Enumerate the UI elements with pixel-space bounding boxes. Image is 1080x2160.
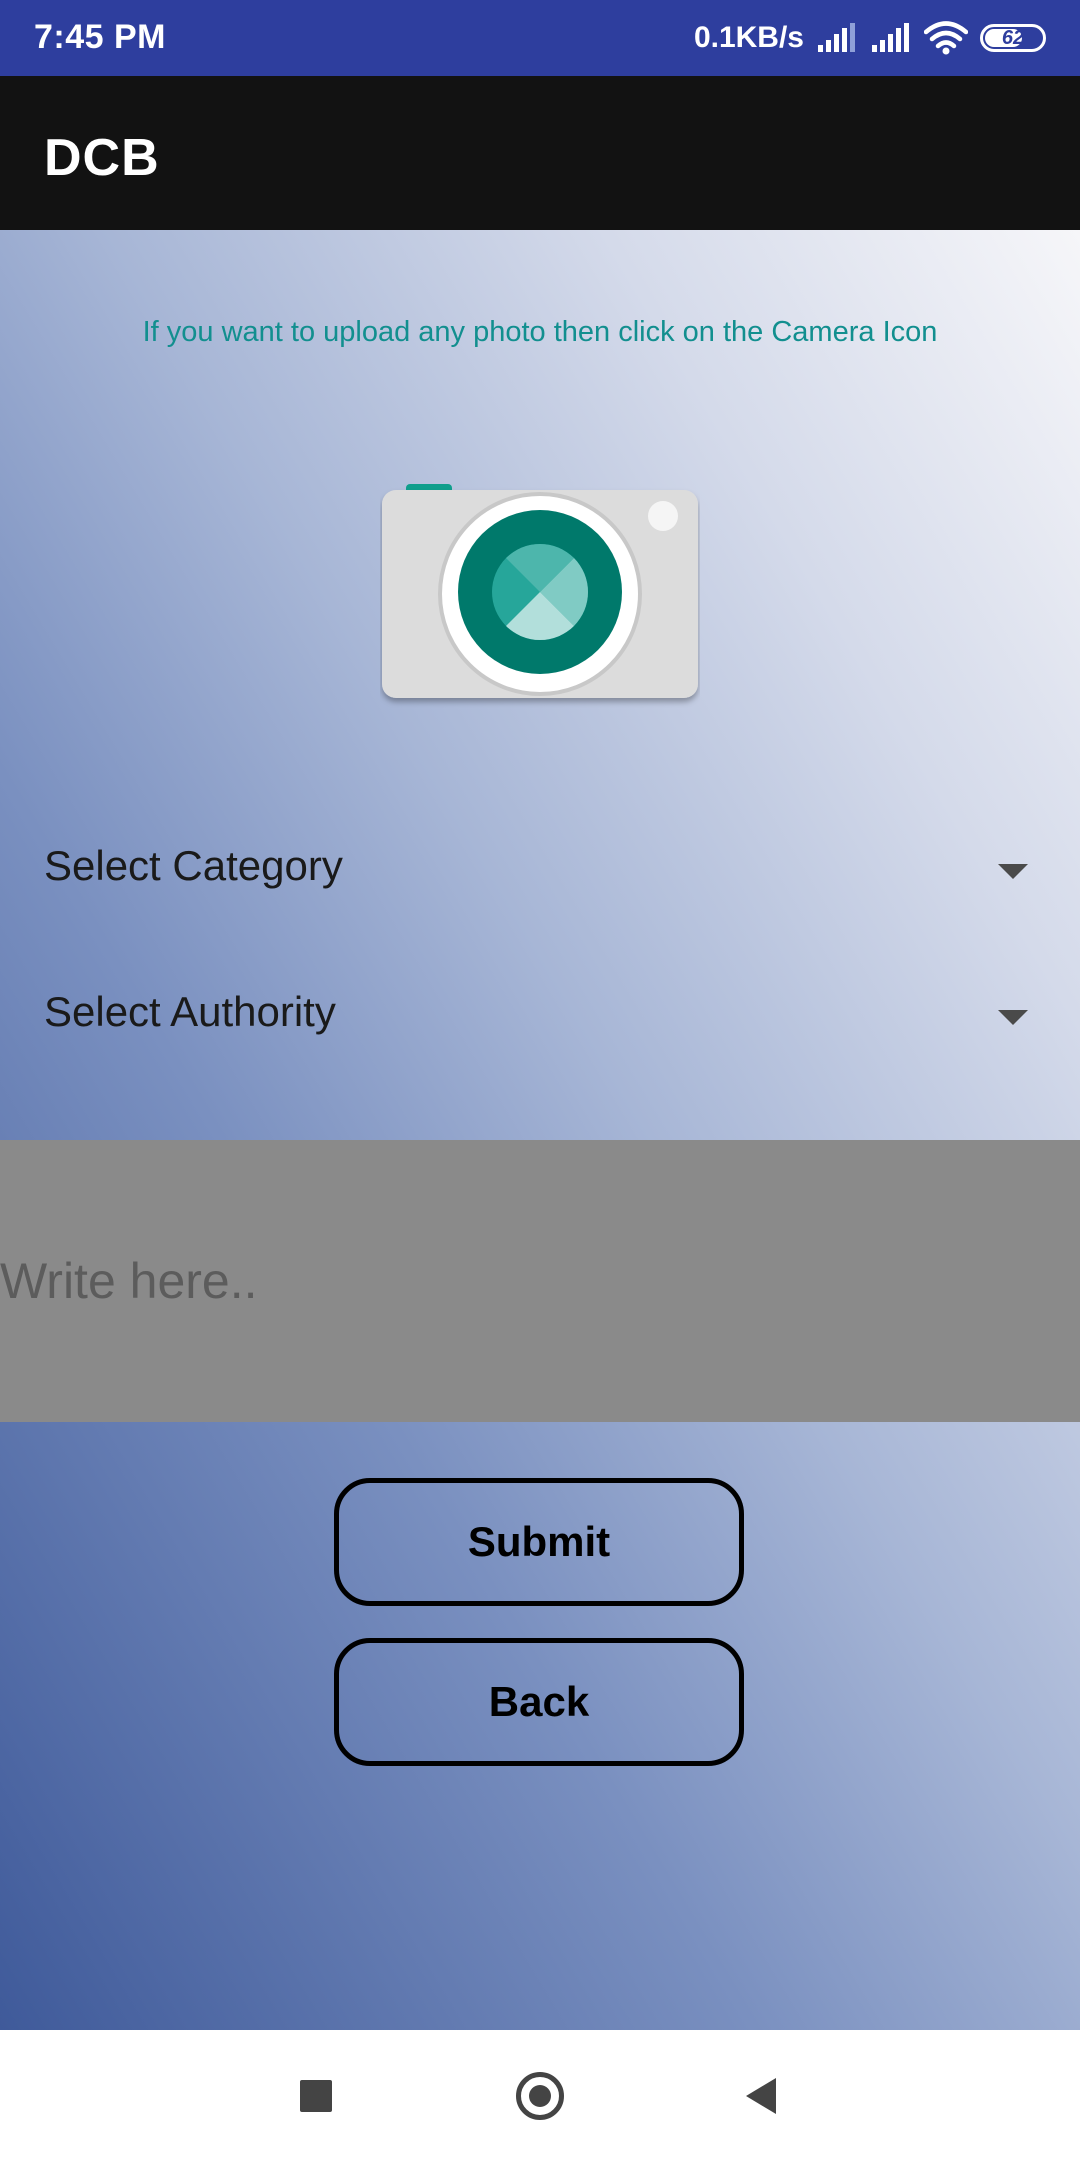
- battery-icon: 62: [980, 24, 1046, 52]
- status-time: 7:45 PM: [34, 18, 166, 56]
- write-area: [0, 1140, 1080, 1422]
- camera-button[interactable]: [380, 478, 700, 708]
- authority-spinner-label: Select Authority: [44, 988, 336, 1035]
- wifi-icon: [924, 21, 968, 55]
- signal-icon: [818, 23, 855, 52]
- app-bar: DCB: [0, 76, 1080, 230]
- home-icon[interactable]: [516, 2072, 564, 2120]
- navigation-bar: [0, 2030, 1080, 2160]
- camera-icon: [382, 484, 698, 698]
- status-bar: 7:45 PM 0.1KB/s 62: [0, 0, 1080, 76]
- upload-hint: If you want to upload any photo then cli…: [142, 316, 938, 348]
- app-title: DCB: [44, 129, 160, 187]
- authority-spinner[interactable]: Select Authority: [0, 976, 1080, 1056]
- home-dot: [529, 2085, 551, 2107]
- dropdown-arrow-icon: [998, 864, 1028, 879]
- battery-level: 62: [1001, 26, 1025, 49]
- back-button[interactable]: Back: [334, 1638, 744, 1766]
- app-screen: 7:45 PM 0.1KB/s 62 DCB If you want to up…: [0, 0, 1080, 2160]
- write-here-input[interactable]: [0, 1140, 1080, 1422]
- network-speed: 0.1KB/s: [693, 21, 804, 54]
- category-spinner-label: Select Category: [44, 842, 343, 889]
- dropdown-arrow-icon: [998, 1010, 1028, 1025]
- submit-button[interactable]: Submit: [334, 1478, 744, 1606]
- recents-icon[interactable]: [300, 2080, 332, 2112]
- main-content: If you want to upload any photo then cli…: [0, 230, 1080, 2030]
- category-spinner[interactable]: Select Category: [0, 830, 1080, 910]
- signal-icon: [872, 23, 909, 52]
- status-indicators: 0.1KB/s 62: [694, 14, 1046, 62]
- back-icon[interactable]: [746, 2078, 776, 2114]
